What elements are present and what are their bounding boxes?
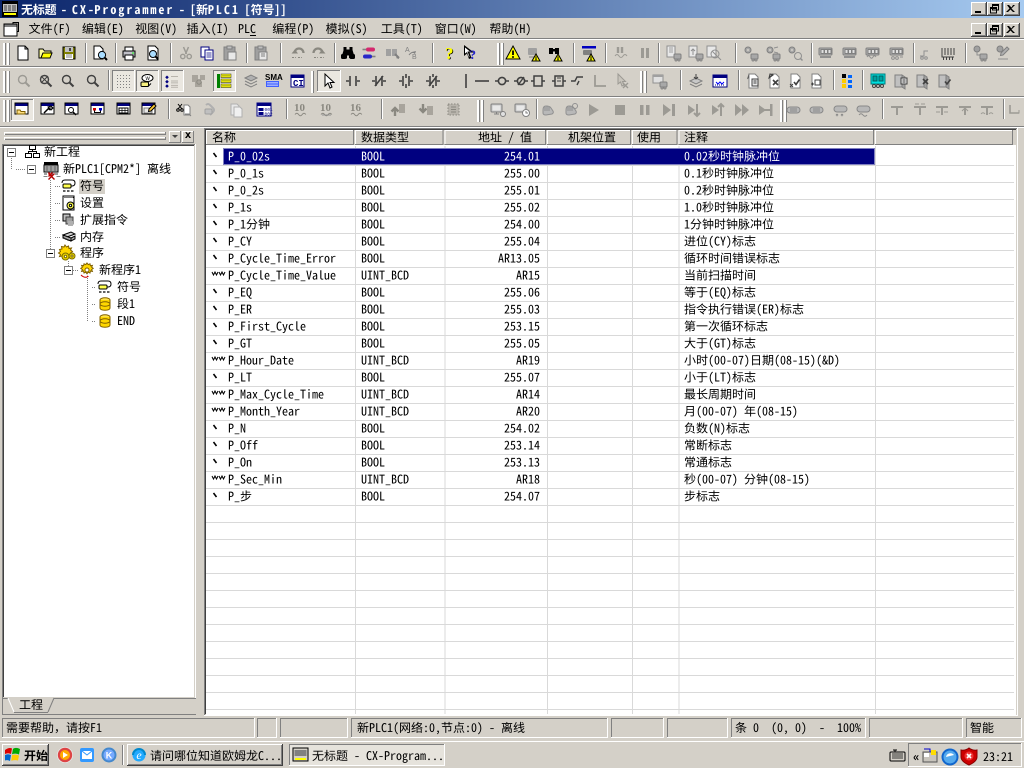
svg-text:e: e (136, 748, 142, 762)
svg-text:K: K (106, 751, 113, 761)
